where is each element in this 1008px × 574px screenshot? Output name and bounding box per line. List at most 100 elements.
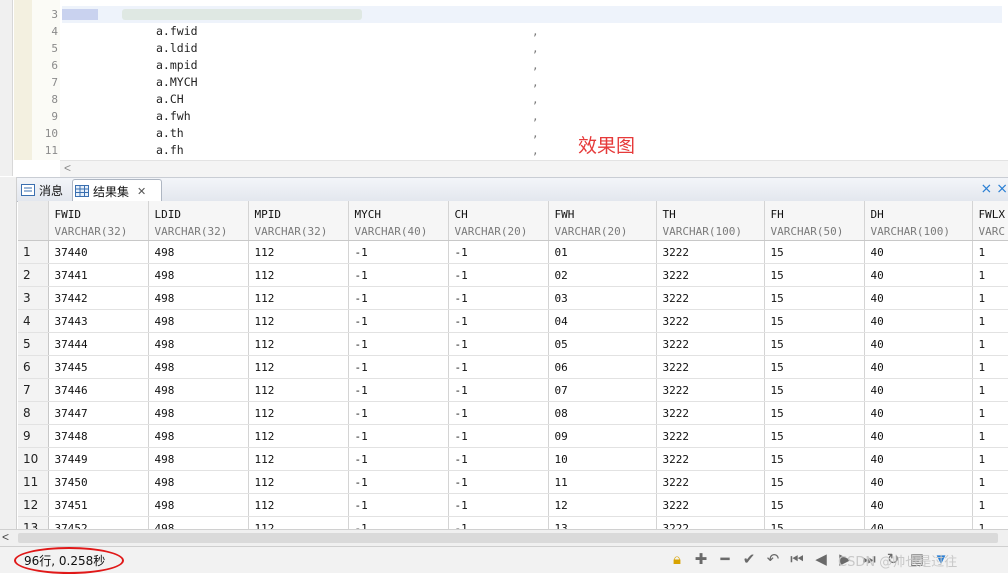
table-cell[interactable]: 15 bbox=[764, 517, 864, 530]
table-cell[interactable]: 112 bbox=[248, 241, 348, 264]
table-cell[interactable]: 15 bbox=[764, 425, 864, 448]
table-cell[interactable]: 37448 bbox=[48, 425, 148, 448]
table-cell[interactable]: 40 bbox=[864, 494, 972, 517]
code-line[interactable]: a.th bbox=[156, 125, 184, 142]
table-cell[interactable]: 06 bbox=[548, 356, 656, 379]
table-row[interactable]: 1037449498112-1-110322215401 bbox=[18, 448, 1008, 471]
table-cell[interactable]: -1 bbox=[448, 425, 548, 448]
table-cell[interactable]: 15 bbox=[764, 287, 864, 310]
table-cell[interactable]: 1 bbox=[972, 494, 1008, 517]
code-line[interactable]: a.MYCH bbox=[156, 74, 198, 91]
table-cell[interactable]: 37452 bbox=[48, 517, 148, 530]
table-cell[interactable]: 37447 bbox=[48, 402, 148, 425]
table-cell[interactable]: 112 bbox=[248, 379, 348, 402]
table-cell[interactable]: -1 bbox=[448, 471, 548, 494]
table-cell[interactable]: 40 bbox=[864, 241, 972, 264]
table-cell[interactable]: 15 bbox=[764, 333, 864, 356]
table-row[interactable]: 637445498112-1-106322215401 bbox=[18, 356, 1008, 379]
table-cell[interactable]: 01 bbox=[548, 241, 656, 264]
table-cell[interactable]: 37451 bbox=[48, 494, 148, 517]
table-cell[interactable]: 37446 bbox=[48, 379, 148, 402]
table-cell[interactable]: 1 bbox=[972, 425, 1008, 448]
result-table[interactable]: FWIDVARCHAR(32)LDIDVARCHAR(32)MPIDVARCHA… bbox=[18, 201, 1008, 529]
table-cell[interactable]: 1 bbox=[972, 310, 1008, 333]
table-cell[interactable]: -1 bbox=[448, 287, 548, 310]
table-cell[interactable]: 15 bbox=[764, 402, 864, 425]
table-row[interactable]: 137440498112-1-101322215401 bbox=[18, 241, 1008, 264]
table-cell[interactable]: -1 bbox=[448, 241, 548, 264]
table-cell[interactable]: 3222 bbox=[656, 517, 764, 530]
table-cell[interactable]: 3222 bbox=[656, 310, 764, 333]
table-row[interactable]: 1337452498112-1-113322215401 bbox=[18, 517, 1008, 530]
table-cell[interactable]: 15 bbox=[764, 471, 864, 494]
table-cell[interactable]: -1 bbox=[348, 425, 448, 448]
table-cell[interactable]: 112 bbox=[248, 356, 348, 379]
code-line[interactable]: a.fh bbox=[156, 142, 184, 159]
table-cell[interactable]: 10 bbox=[548, 448, 656, 471]
table-cell[interactable]: 3222 bbox=[656, 425, 764, 448]
close-others-icon[interactable]: ⨯ bbox=[996, 180, 1008, 197]
table-cell[interactable]: 1 bbox=[972, 471, 1008, 494]
table-cell[interactable]: -1 bbox=[448, 402, 548, 425]
remove-icon[interactable]: ━ bbox=[716, 550, 734, 570]
table-cell[interactable]: 3222 bbox=[656, 402, 764, 425]
table-cell[interactable]: 112 bbox=[248, 333, 348, 356]
row-number[interactable]: 7 bbox=[18, 379, 48, 402]
table-cell[interactable]: 40 bbox=[864, 402, 972, 425]
table-cell[interactable]: 498 bbox=[148, 517, 248, 530]
table-cell[interactable]: 1 bbox=[972, 333, 1008, 356]
row-number[interactable]: 8 bbox=[18, 402, 48, 425]
code-line[interactable]: a.mpid bbox=[156, 57, 198, 74]
prev-icon[interactable]: ◀ bbox=[812, 550, 830, 570]
row-number[interactable]: 12 bbox=[18, 494, 48, 517]
table-cell[interactable]: 37444 bbox=[48, 333, 148, 356]
table-cell[interactable]: 15 bbox=[764, 379, 864, 402]
table-cell[interactable]: 498 bbox=[148, 264, 248, 287]
table-cell[interactable]: -1 bbox=[348, 402, 448, 425]
table-cell[interactable]: 02 bbox=[548, 264, 656, 287]
scroll-left-icon[interactable]: < bbox=[64, 161, 71, 176]
table-cell[interactable]: 3222 bbox=[656, 333, 764, 356]
table-cell[interactable]: 112 bbox=[248, 425, 348, 448]
table-cell[interactable]: 37445 bbox=[48, 356, 148, 379]
table-cell[interactable]: -1 bbox=[448, 517, 548, 530]
table-cell[interactable]: 37449 bbox=[48, 448, 148, 471]
table-cell[interactable]: -1 bbox=[348, 241, 448, 264]
tab-messages[interactable]: 消息 bbox=[21, 179, 63, 201]
row-number[interactable]: 4 bbox=[18, 310, 48, 333]
table-cell[interactable]: 15 bbox=[764, 448, 864, 471]
column-header[interactable]: MPIDVARCHAR(32) bbox=[248, 201, 348, 241]
table-cell[interactable]: 07 bbox=[548, 379, 656, 402]
row-number[interactable]: 13 bbox=[18, 517, 48, 530]
table-cell[interactable]: -1 bbox=[348, 471, 448, 494]
table-cell[interactable]: 3222 bbox=[656, 264, 764, 287]
column-header[interactable]: FWHVARCHAR(20) bbox=[548, 201, 656, 241]
table-cell[interactable]: 1 bbox=[972, 287, 1008, 310]
table-cell[interactable]: 04 bbox=[548, 310, 656, 333]
table-cell[interactable]: 40 bbox=[864, 517, 972, 530]
table-cell[interactable]: 15 bbox=[764, 241, 864, 264]
table-cell[interactable]: 1 bbox=[972, 402, 1008, 425]
table-cell[interactable]: 1 bbox=[972, 517, 1008, 530]
column-header[interactable]: DHVARCHAR(100) bbox=[864, 201, 972, 241]
table-cell[interactable]: -1 bbox=[348, 379, 448, 402]
table-cell[interactable]: 15 bbox=[764, 264, 864, 287]
table-row[interactable]: 537444498112-1-105322215401 bbox=[18, 333, 1008, 356]
table-cell[interactable]: 40 bbox=[864, 448, 972, 471]
add-icon[interactable]: ✚ bbox=[692, 550, 710, 570]
first-icon[interactable]: ⏮ bbox=[788, 550, 806, 570]
grid-horizontal-scrollbar[interactable]: < bbox=[0, 529, 1008, 546]
table-cell[interactable]: 37442 bbox=[48, 287, 148, 310]
table-cell[interactable]: 03 bbox=[548, 287, 656, 310]
table-cell[interactable]: 112 bbox=[248, 310, 348, 333]
table-cell[interactable]: 3222 bbox=[656, 356, 764, 379]
table-cell[interactable]: 40 bbox=[864, 356, 972, 379]
lock-icon[interactable]: 🔒︎ bbox=[668, 550, 686, 570]
result-grid[interactable]: FWIDVARCHAR(32)LDIDVARCHAR(32)MPIDVARCHA… bbox=[18, 201, 1008, 529]
column-header[interactable]: FWLXVARC bbox=[972, 201, 1008, 241]
table-cell[interactable]: -1 bbox=[348, 264, 448, 287]
table-cell[interactable]: 15 bbox=[764, 356, 864, 379]
row-number[interactable]: 2 bbox=[18, 264, 48, 287]
table-cell[interactable]: 498 bbox=[148, 241, 248, 264]
table-row[interactable]: 837447498112-1-108322215401 bbox=[18, 402, 1008, 425]
